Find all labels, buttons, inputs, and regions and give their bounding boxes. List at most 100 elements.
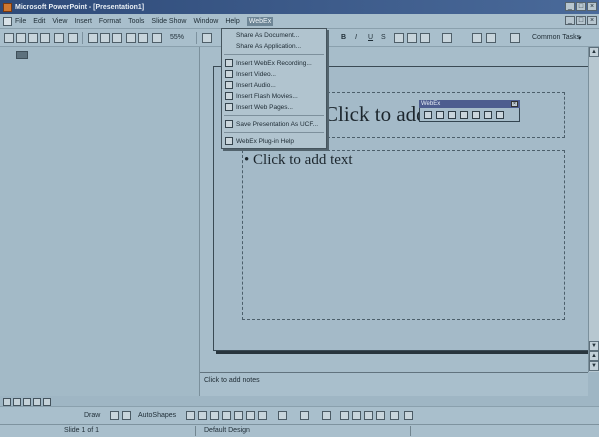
print-icon[interactable] <box>54 33 64 43</box>
arrow-icon[interactable] <box>198 411 207 420</box>
outline-view-icon[interactable] <box>13 398 21 406</box>
body-placeholder[interactable] <box>242 150 565 320</box>
notes-placeholder[interactable]: Click to add notes <box>204 377 260 384</box>
cut-icon[interactable] <box>88 33 98 43</box>
align-center-icon[interactable] <box>407 33 417 43</box>
menu-window[interactable]: Window <box>193 18 218 25</box>
minimize-button[interactable]: _ <box>565 2 575 11</box>
normal-view-icon[interactable] <box>3 398 11 406</box>
menu-format[interactable]: Format <box>99 18 121 25</box>
menu-edit[interactable]: Edit <box>33 18 45 25</box>
common-tasks-button[interactable]: Common Tasks <box>532 34 580 41</box>
text-box-icon[interactable] <box>234 411 243 420</box>
rectangle-icon[interactable] <box>210 411 219 420</box>
slide-thumbnail-icon[interactable] <box>16 51 28 59</box>
menu-share-as-application[interactable]: Share As Application... <box>236 43 301 50</box>
clip-art-icon[interactable] <box>258 411 267 420</box>
menu-insert-webex-recording[interactable]: Insert WebEx Recording... <box>236 60 312 67</box>
underline-button[interactable]: U <box>368 34 373 41</box>
document-icon[interactable] <box>3 16 12 26</box>
menu-save-presentation-as-ucf[interactable]: Save Presentation As UCF... <box>236 121 318 128</box>
doc-minimize-button[interactable]: _ <box>565 16 575 25</box>
audio-icon[interactable] <box>448 111 456 119</box>
free-rotate-icon[interactable] <box>122 411 131 420</box>
menu-insert-audio[interactable]: Insert Audio... <box>236 82 276 89</box>
body-placeholder-label: Click to add text <box>253 152 353 168</box>
fill-color-icon[interactable] <box>278 411 287 420</box>
more-buttons-icon[interactable] <box>404 411 413 420</box>
autoshapes-menu-button[interactable]: AutoShapes <box>138 412 176 419</box>
align-left-icon[interactable] <box>394 33 404 43</box>
chart-icon[interactable] <box>138 33 148 43</box>
menu-slide-show[interactable]: Slide Show <box>151 18 186 25</box>
webex-recording-icon[interactable] <box>424 111 432 119</box>
wordart-icon[interactable] <box>246 411 255 420</box>
menu-insert[interactable]: Insert <box>74 18 92 25</box>
line-color-icon[interactable] <box>300 411 309 420</box>
help-icon[interactable] <box>496 111 504 119</box>
email-icon[interactable] <box>40 33 50 43</box>
scroll-up-icon[interactable]: ▲ <box>589 47 599 57</box>
web-page-icon[interactable] <box>472 111 480 119</box>
notes-pane[interactable] <box>200 372 588 396</box>
menu-insert-video[interactable]: Insert Video... <box>236 71 276 78</box>
menu-tools[interactable]: Tools <box>128 18 144 25</box>
shadow-button[interactable]: S <box>381 34 386 41</box>
shadow-icon[interactable] <box>376 411 385 420</box>
3d-icon[interactable] <box>390 411 399 420</box>
slide-view-icon[interactable] <box>23 398 31 406</box>
audio-icon <box>225 81 233 89</box>
paste-icon[interactable] <box>112 33 122 43</box>
menu-webex[interactable]: WebEx <box>246 16 274 26</box>
italic-button[interactable]: I <box>355 34 357 41</box>
select-objects-icon[interactable] <box>110 411 119 420</box>
menu-webex-plugin-help[interactable]: WebEx Plug-in Help <box>236 138 294 145</box>
numbering-icon[interactable] <box>442 33 452 43</box>
line-style-icon[interactable] <box>340 411 349 420</box>
chevron-down-icon[interactable]: ▾ <box>578 34 582 42</box>
copy-icon[interactable] <box>100 33 110 43</box>
menu-insert-flash-movies[interactable]: Insert Flash Movies... <box>236 93 298 100</box>
webex-toolbar-title[interactable]: WebEx <box>419 100 520 108</box>
doc-restore-button[interactable]: □ <box>576 16 586 25</box>
draw-menu-button[interactable]: Draw <box>84 412 100 419</box>
arrow-style-icon[interactable] <box>364 411 373 420</box>
webex-toolbar-close-button[interactable]: × <box>511 101 518 107</box>
menu-insert-web-pages[interactable]: Insert Web Pages... <box>236 104 293 111</box>
maximize-button[interactable]: □ <box>576 2 586 11</box>
vertical-scrollbar[interactable]: ▲ ▼ ▲ ▼ <box>588 47 599 372</box>
scroll-down-icon[interactable]: ▼ <box>589 341 599 351</box>
save-icon[interactable] <box>28 33 38 43</box>
font-color-icon[interactable] <box>322 411 331 420</box>
oval-icon[interactable] <box>222 411 231 420</box>
menu-file[interactable]: File <box>15 18 26 25</box>
slide-sorter-view-icon[interactable] <box>33 398 41 406</box>
menu-help[interactable]: Help <box>225 18 239 25</box>
spelling-icon[interactable] <box>68 33 78 43</box>
previous-slide-icon[interactable]: ▲ <box>589 351 599 361</box>
body-placeholder-text[interactable]: • Click to add text <box>244 152 353 169</box>
help-toolbar-icon[interactable] <box>202 33 212 43</box>
doc-close-button[interactable]: × <box>587 16 597 25</box>
table-icon[interactable] <box>152 33 162 43</box>
menu-share-as-document[interactable]: Share As Document... <box>236 32 299 39</box>
open-icon[interactable] <box>16 33 26 43</box>
dash-style-icon[interactable] <box>352 411 361 420</box>
save-ucf-icon[interactable] <box>484 111 492 119</box>
animation-icon[interactable] <box>510 33 520 43</box>
decrease-font-icon[interactable] <box>486 33 496 43</box>
new-icon[interactable] <box>4 33 14 43</box>
increase-font-icon[interactable] <box>472 33 482 43</box>
align-right-icon[interactable] <box>420 33 430 43</box>
video-icon[interactable] <box>436 111 444 119</box>
slide-show-view-icon[interactable] <box>43 398 51 406</box>
next-slide-icon[interactable]: ▼ <box>589 361 599 371</box>
menu-view[interactable]: View <box>52 18 67 25</box>
close-button[interactable]: × <box>587 2 597 11</box>
bold-button[interactable]: B <box>341 34 346 41</box>
zoom-box[interactable]: 55% <box>170 34 184 41</box>
flash-movie-icon[interactable] <box>460 111 468 119</box>
outline-pane[interactable] <box>0 47 200 396</box>
undo-icon[interactable] <box>126 33 136 43</box>
line-icon[interactable] <box>186 411 195 420</box>
